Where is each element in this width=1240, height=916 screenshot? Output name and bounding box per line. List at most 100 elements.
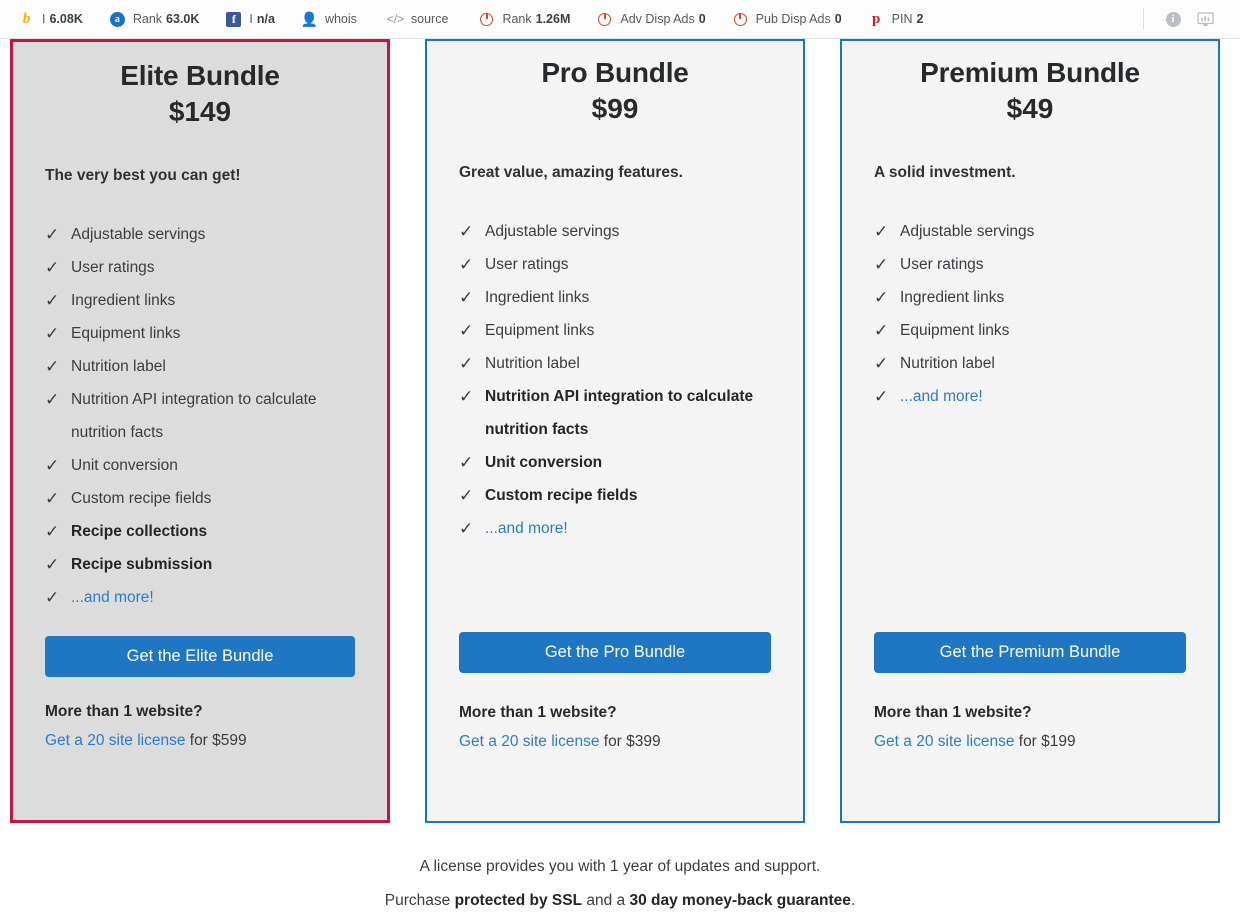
feature-list: ✓ Adjustable servings ✓ User ratings ✓ Ingred… — [45, 218, 355, 614]
seo-metric-2[interactable]: f In/a — [225, 11, 275, 28]
feature-item: ✓ Adjustable servings — [459, 215, 771, 248]
seo-toolbar: b I 6.08K a Rank 63.0K f In/a 👤 whois </> source Ran… — [0, 0, 1240, 39]
card-tagline: Great value, amazing features. — [459, 163, 683, 181]
check-icon: ✓ — [874, 353, 889, 373]
seo-metric-7[interactable]: Pub Disp Ads 0 — [732, 11, 842, 28]
site-license-price: for $199 — [1014, 733, 1076, 750]
license-note: A license provides you with 1 year of up… — [419, 858, 821, 875]
seo-metric-0[interactable]: b I 6.08K — [18, 11, 83, 28]
feature-label: Unit conversion — [71, 456, 178, 474]
feature-label: User ratings — [900, 255, 984, 273]
card-tagline: The very best you can get! — [45, 166, 241, 184]
check-icon: ✓ — [45, 290, 60, 310]
card-title: Pro Bundle — [541, 57, 689, 88]
feature-label: ...and more! — [485, 519, 568, 537]
check-icon: ✓ — [874, 320, 889, 340]
buy-elite-button[interactable]: Get the Elite Bundle — [45, 636, 355, 677]
dashboard-icon[interactable] — [1194, 8, 1216, 30]
multi-site-question: More than 1 website? — [874, 704, 1032, 721]
site-license-price: for $599 — [185, 732, 247, 749]
feature-item: ✓ Equipment links — [459, 314, 771, 347]
purchase-prefix: Purchase — [384, 892, 455, 909]
pinterest-icon: p — [872, 10, 881, 27]
seo-metric-value: 6.08K — [49, 12, 83, 26]
info-icon[interactable]: i — [1162, 8, 1184, 30]
feature-label: Adjustable servings — [485, 222, 620, 240]
seo-metric-6[interactable]: Adv Disp Ads 0 — [596, 11, 706, 28]
card-title: Elite Bundle — [120, 60, 280, 91]
feature-item: ✓ Unit conversion — [45, 449, 355, 482]
feature-label: User ratings — [485, 255, 569, 273]
bing-icon: b — [22, 10, 31, 27]
seo-metric-1[interactable]: a Rank 63.0K — [109, 11, 200, 28]
pricing-footer: A license provides you with 1 year of up… — [0, 858, 1240, 910]
semrush-icon — [732, 11, 749, 28]
feature-item: ✓ Equipment links — [874, 314, 1186, 347]
feature-item: ✓ Adjustable servings — [45, 218, 355, 251]
feature-item-more-link[interactable]: ✓ ...and more! — [45, 581, 355, 614]
feature-list: ✓ Adjustable servings ✓ User ratings ✓ Ingred… — [459, 215, 771, 545]
check-icon: ✓ — [459, 452, 474, 472]
card-price: $149 — [168, 95, 232, 127]
facebook-icon: f — [225, 11, 242, 28]
seo-metric-label: Rank — [502, 12, 532, 26]
seo-metric-4[interactable]: </> source — [387, 11, 453, 28]
feature-label: ...and more! — [71, 588, 154, 606]
feature-label: Equipment links — [71, 324, 181, 342]
feature-label: Adjustable servings — [71, 225, 206, 243]
check-icon: ✓ — [45, 257, 60, 277]
check-icon: ✓ — [45, 389, 60, 409]
feature-item: ✓ Nutrition label — [459, 347, 771, 380]
feature-item: ✓ Nutrition API integration to calculate … — [459, 380, 771, 446]
feature-label: Equipment links — [900, 321, 1010, 339]
site-license-link[interactable]: Get a 20 site license — [45, 732, 185, 749]
seo-metric-label: Pub Disp Ads — [755, 12, 831, 26]
feature-label: Equipment links — [485, 321, 595, 339]
seo-metric-value: 63.0K — [166, 12, 200, 26]
feature-label: Recipe collections — [71, 522, 208, 540]
feature-item: ✓ Equipment links — [45, 317, 355, 350]
site-license-link[interactable]: Get a 20 site license — [459, 733, 599, 750]
check-icon: ✓ — [874, 254, 889, 274]
check-icon: ✓ — [459, 320, 474, 340]
multi-site-line: Get a 20 site license for $599 — [45, 732, 367, 750]
seo-metrics-list: b I 6.08K a Rank 63.0K f In/a 👤 whois </> source Ran… — [18, 11, 1143, 28]
feature-label: Ingredient links — [900, 288, 1005, 306]
feature-item-more-link[interactable]: ✓ ...and more! — [874, 380, 1186, 413]
toolbar-right-actions: i — [1143, 8, 1226, 30]
feature-item: ✓ Ingredient links — [459, 281, 771, 314]
feature-label: Unit conversion — [485, 453, 603, 471]
purchase-mid: and a — [582, 892, 630, 909]
feature-item: ✓ User ratings — [459, 248, 771, 281]
check-icon: ✓ — [45, 554, 60, 574]
check-icon: ✓ — [874, 221, 889, 241]
pricing-card-pro: Pro Bundle $99 Great value, amazing featur… — [425, 39, 805, 823]
feature-label: User ratings — [71, 258, 155, 276]
guarantee-emphasis: 30 day money-back guarantee — [629, 892, 851, 909]
seo-metric-5[interactable]: Rank 1.26M — [478, 11, 570, 28]
semrush-icon — [596, 11, 613, 28]
buy-premium-button[interactable]: Get the Premium Bundle — [874, 632, 1186, 673]
purchase-note: Purchase protected by SSL and a 30 day m… — [0, 892, 1240, 910]
multi-site-section: More than 1 website? Get a 20 site licens… — [459, 704, 783, 751]
semrush-icon — [478, 11, 495, 28]
seo-metric-label: Adv Disp Ads — [620, 12, 695, 26]
feature-item: ✓ Ingredient links — [874, 281, 1186, 314]
source-icon: </> — [386, 12, 405, 26]
seo-metric-3[interactable]: 👤 whois — [301, 11, 361, 28]
feature-item: ✓ Nutrition API integration to calculate … — [45, 383, 355, 449]
feature-label: ...and more! — [900, 387, 983, 405]
feature-label: Adjustable servings — [900, 222, 1035, 240]
feature-item-more-link[interactable]: ✓ ...and more! — [459, 512, 771, 545]
pricing-card-premium: Premium Bundle $49 A solid investment. ✓ Adj… — [840, 39, 1220, 823]
site-license-link[interactable]: Get a 20 site license — [874, 733, 1014, 750]
feature-item: ✓ Adjustable servings — [874, 215, 1186, 248]
alexa-icon: a — [109, 11, 126, 28]
check-icon: ✓ — [459, 254, 474, 274]
feature-label: Custom recipe fields — [71, 489, 212, 507]
seo-metric-label: whois — [324, 12, 357, 26]
seo-metric-8[interactable]: p PIN 2 — [868, 10, 923, 28]
buy-pro-button[interactable]: Get the Pro Bundle — [459, 632, 771, 673]
site-license-price: for $399 — [599, 733, 661, 750]
purchase-suffix: . — [850, 892, 856, 909]
